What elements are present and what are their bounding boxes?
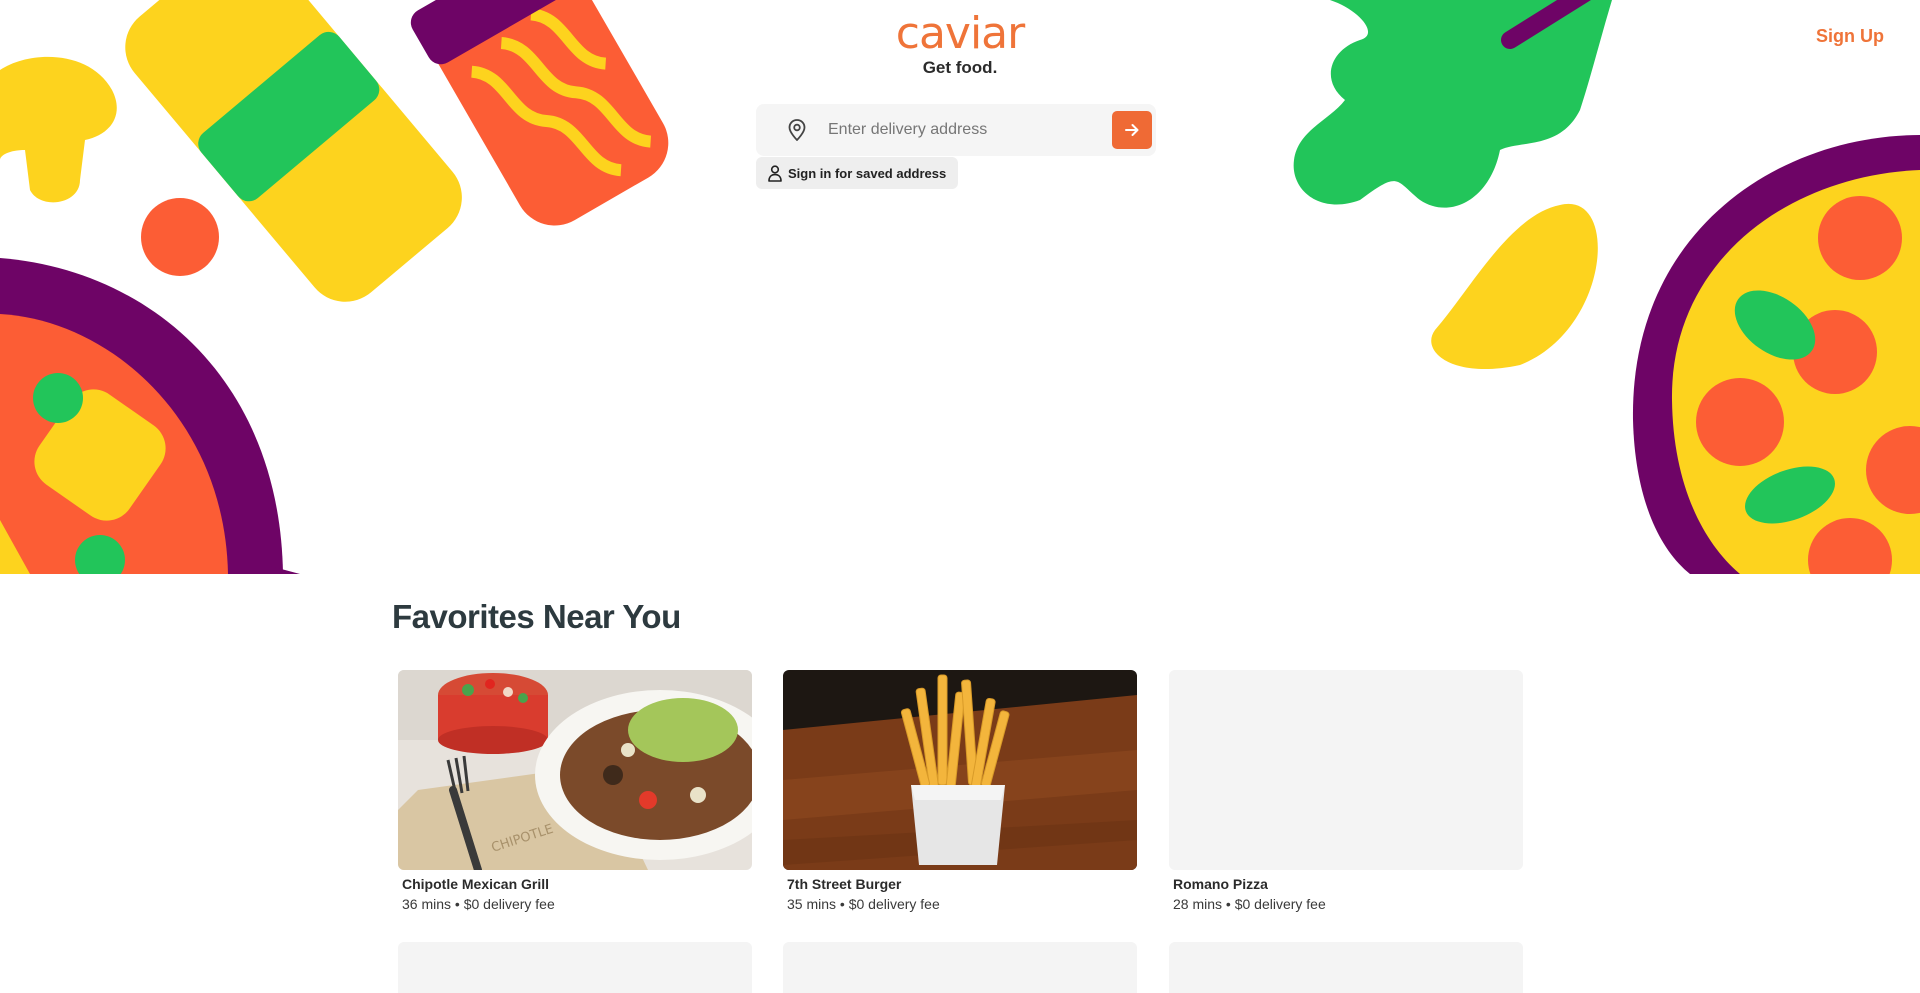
delivery-address-input[interactable] [828,121,1098,139]
restaurant-delivery-info: 35 mins • $0 delivery fee [787,896,940,912]
sign-in-saved-address-button[interactable]: Sign in for saved address [756,157,959,189]
restaurant-card-skeleton [1169,942,1523,993]
tagline: Get food. [922,58,998,77]
favorites-title: Favorites Near You [392,598,681,635]
yellow-halfmoon-shape [1431,203,1598,370]
restaurant-image: CHIPOTLE [398,670,752,870]
hero-food-illustration [0,0,1920,574]
restaurant-image [783,670,1137,870]
pizza-right-shape [1632,135,1920,574]
restaurant-card[interactable]: CHIPOTLE Chipotle Mexican Grill 36 mins … [398,670,752,912]
pizza-left-shape [0,258,300,574]
arrow-right-icon [1125,124,1139,136]
restaurant-delivery-info: 28 mins • $0 delivery fee [1173,896,1326,912]
sign-up-link[interactable]: Sign Up [1816,26,1884,47]
restaurant-delivery-info: 36 mins • $0 delivery fee [402,896,555,912]
restaurant-name[interactable]: 7th Street Burger [787,876,1137,892]
caviar-logo[interactable]: caviar [0,8,1920,59]
location-pin-icon [786,117,808,143]
restaurant-card[interactable]: 7th Street Burger 35 mins • $0 delivery … [783,670,1137,912]
mushroom-shape [0,56,117,203]
person-icon [768,164,782,182]
hero-banner: caviar Get food. Sign Up Sign in for sav… [0,0,1920,574]
restaurant-name[interactable]: Chipotle Mexican Grill [402,876,752,892]
restaurant-image-placeholder [1169,670,1523,870]
address-search-bar [756,104,1156,156]
restaurant-card-skeleton [398,942,752,993]
restaurant-card[interactable]: Romano Pizza 28 mins • $0 delivery fee [1169,670,1523,912]
submit-address-button[interactable] [1112,111,1152,149]
restaurant-card-skeleton [783,942,1137,993]
sign-in-saved-address-label: Sign in for saved address [788,165,947,181]
restaurant-name[interactable]: Romano Pizza [1173,876,1523,892]
